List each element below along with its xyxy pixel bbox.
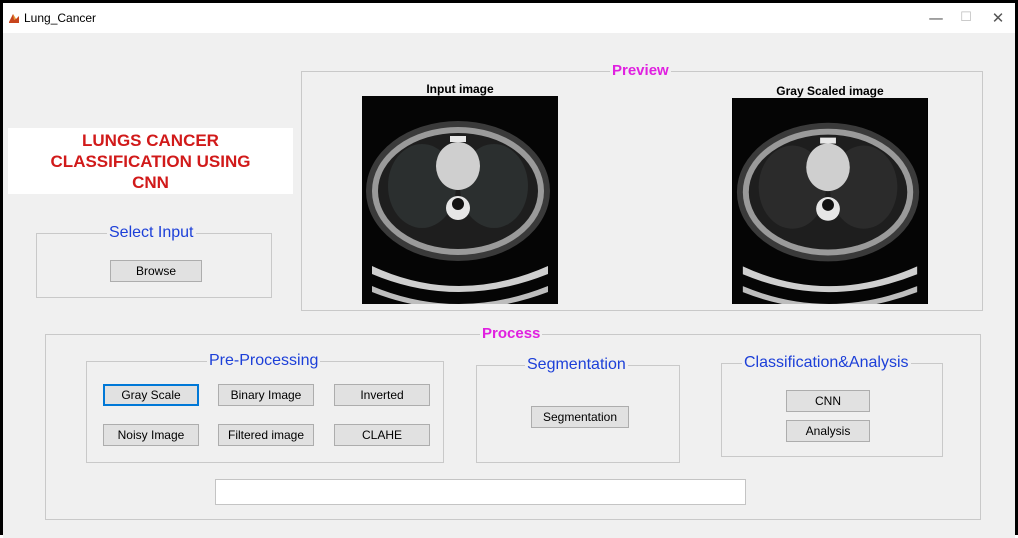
ct-scan-graphic [362,96,558,304]
result-text-field[interactable] [215,479,746,505]
segmentation-title: Segmentation [525,356,628,374]
title-bar[interactable]: Lung_Cancer — ☐ ✕ [3,3,1015,33]
input-image-title: Input image [426,82,494,96]
preprocessing-panel: Pre-Processing Gray Scale Binary Image I… [86,352,444,463]
gray-image-title: Gray Scaled image [776,84,884,98]
process-title: Process [480,325,543,342]
binary-image-button[interactable]: Binary Image [218,384,314,406]
segmentation-panel: Segmentation Segmentation [476,356,680,463]
app-window: Lung_Cancer — ☐ ✕ LUNGS CANCER CLASSIFIC… [0,0,1018,538]
figure-content: LUNGS CANCER CLASSIFICATION USING CNN Se… [3,33,1015,538]
close-button[interactable]: ✕ [983,7,1013,29]
filtered-image-button[interactable]: Filtered image [218,424,314,446]
ct-scan-gray-graphic [732,98,928,304]
noisy-image-button[interactable]: Noisy Image [103,424,199,446]
headline-box: LUNGS CANCER CLASSIFICATION USING CNN [8,128,293,194]
preprocessing-title: Pre-Processing [207,352,321,370]
gray-ct-image [732,98,928,304]
classification-panel: Classification&Analysis CNN Analysis [721,354,943,457]
cnn-button[interactable]: CNN [786,390,870,412]
preview-panel: Preview Input image Gray Scaled image [301,62,983,311]
segmentation-button[interactable]: Segmentation [531,406,629,428]
clahe-button[interactable]: CLAHE [334,424,430,446]
app-headline: LUNGS CANCER CLASSIFICATION USING CNN [50,130,251,192]
gray-scale-button[interactable]: Gray Scale [103,384,199,406]
preview-title: Preview [610,62,671,79]
analysis-button[interactable]: Analysis [786,420,870,442]
minimize-button[interactable]: — [921,7,951,29]
inverted-button[interactable]: Inverted [334,384,430,406]
window-title: Lung_Cancer [24,11,97,25]
browse-button[interactable]: Browse [110,260,202,282]
input-ct-image [362,96,558,304]
maximize-button[interactable]: ☐ [951,7,981,29]
matlab-app-icon [8,12,20,24]
select-input-title: Select Input [107,224,196,242]
classification-title: Classification&Analysis [742,354,911,372]
select-input-panel: Select Input Browse [36,224,272,298]
